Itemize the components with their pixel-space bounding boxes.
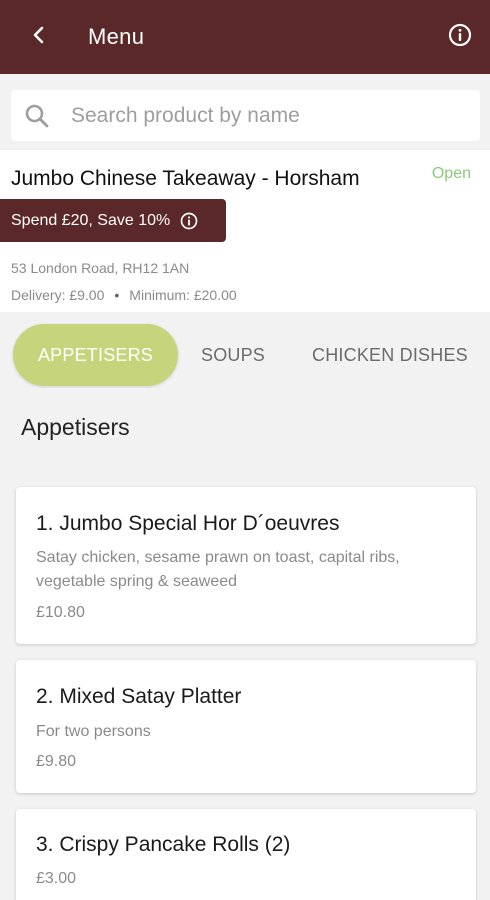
item-title: 3. Crispy Pancake Rolls (2) xyxy=(36,833,291,856)
tab-soups[interactable]: SOUPS xyxy=(201,324,265,386)
delivery-fee: Delivery: £9.00 xyxy=(11,287,105,303)
item-description: For two persons xyxy=(36,723,151,740)
item-price: £3.00 xyxy=(36,870,77,887)
item-price: £10.80 xyxy=(36,604,85,621)
section-title: Appetisers xyxy=(21,414,130,440)
menu-item-card[interactable]: 2. Mixed Satay Platter For two persons £… xyxy=(16,660,476,793)
store-status-badge: Open xyxy=(431,165,471,182)
back-button[interactable] xyxy=(6,0,72,74)
store-delivery-info: Delivery: £9.00 • Minimum: £20.00 xyxy=(11,287,237,303)
separator-dot: • xyxy=(114,287,120,303)
info-icon xyxy=(180,212,198,230)
category-tabs: APPETISERS SOUPS CHICKEN DISHES xyxy=(0,322,490,388)
menu-item-card[interactable]: 1. Jumbo Special Hor D´oeuvres Satay chi… xyxy=(16,487,476,644)
info-icon xyxy=(448,23,472,52)
item-title: 2. Mixed Satay Platter xyxy=(36,685,242,708)
item-description: Satay chicken, sesame prawn on toast, ca… xyxy=(36,549,400,590)
app-bar: Menu xyxy=(0,0,490,74)
offer-banner[interactable]: Spend £20, Save 10% xyxy=(0,199,226,242)
item-title: 1. Jumbo Special Hor D´oeuvres xyxy=(36,512,340,535)
page-title: Menu xyxy=(88,24,145,49)
search-icon xyxy=(11,103,63,129)
chevron-left-icon xyxy=(29,25,49,50)
store-address: 53 London Road, RH12 1AN xyxy=(11,260,190,276)
info-button[interactable] xyxy=(430,0,490,74)
item-price: £9.80 xyxy=(36,753,77,770)
minimum-order: Minimum: £20.00 xyxy=(129,287,237,303)
tab-appetisers[interactable]: APPETISERS xyxy=(13,324,178,386)
offer-label: Spend £20, Save 10% xyxy=(11,211,171,229)
menu-item-card[interactable]: 3. Crispy Pancake Rolls (2) £3.00 xyxy=(16,809,476,900)
search-bar xyxy=(11,90,480,141)
store-name: Jumbo Chinese Takeaway - Horsham xyxy=(11,167,360,190)
store-info-panel: Jumbo Chinese Takeaway - Horsham Open Sp… xyxy=(0,150,490,312)
tab-chicken-dishes[interactable]: CHICKEN DISHES xyxy=(312,324,468,386)
search-input[interactable] xyxy=(71,103,451,128)
